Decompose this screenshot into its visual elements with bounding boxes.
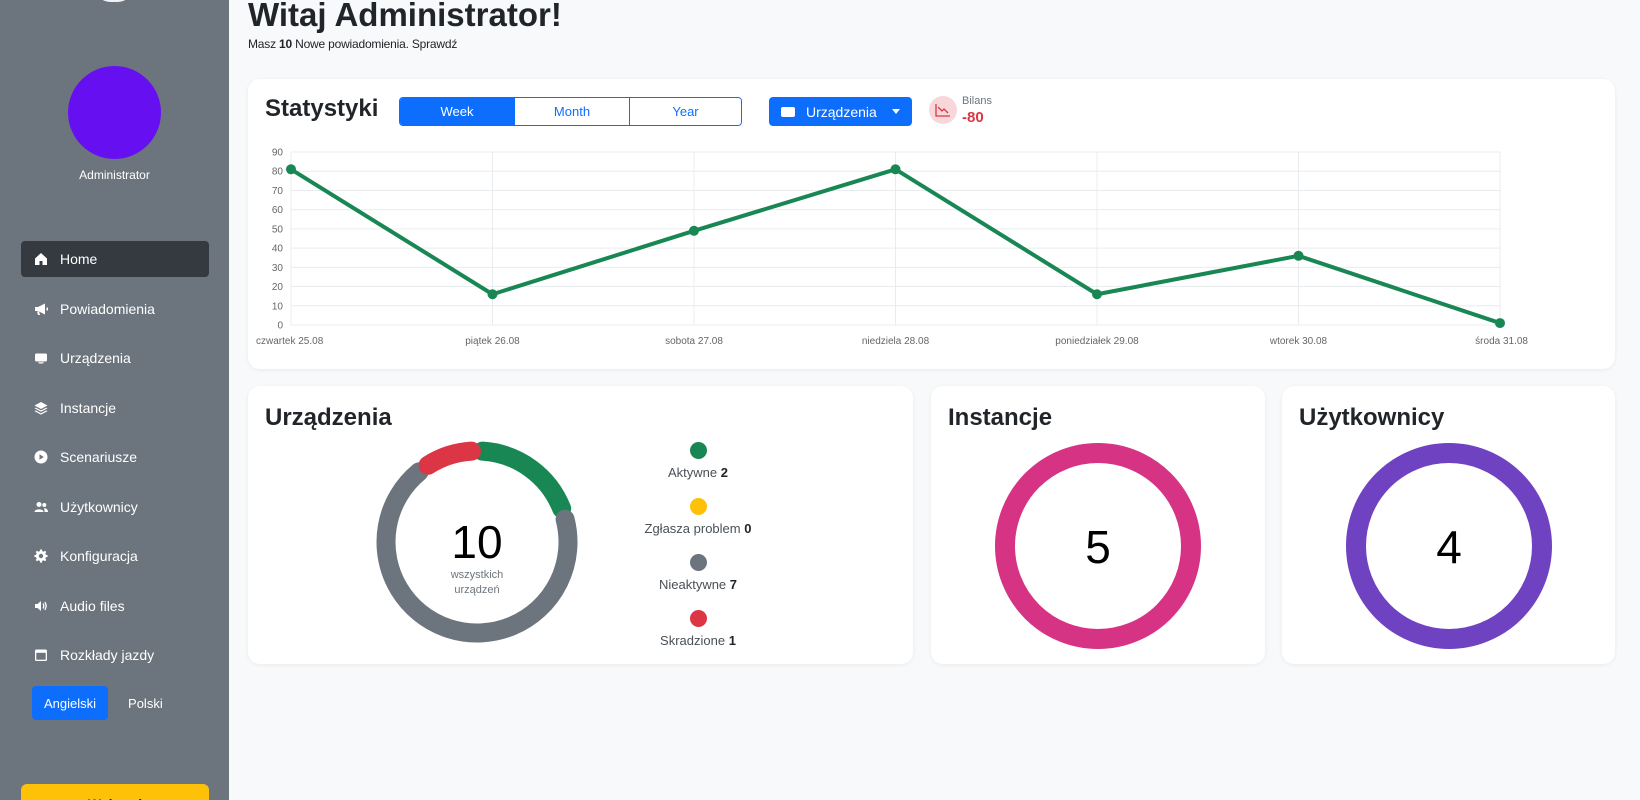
megaphone-icon: [34, 302, 48, 316]
y-tick-label: 90: [272, 148, 284, 159]
data-point[interactable]: [487, 289, 498, 300]
legend-label: Aktywne: [668, 465, 718, 480]
donut-slice-0[interactable]: [473, 441, 572, 519]
legend-label: Zgłasza problem: [644, 521, 741, 536]
sidebar-item-label: Urządzenia: [60, 350, 131, 366]
data-point[interactable]: [689, 225, 699, 236]
logo-mark: [96, 0, 132, 2]
data-point[interactable]: [286, 164, 296, 175]
y-tick-label: 0: [277, 321, 283, 332]
legend-dot: [689, 554, 707, 571]
sidebar-item-audio-files[interactable]: Audio files: [21, 588, 209, 624]
y-tick-label: 70: [272, 186, 284, 197]
language-switch: Angielski Polski: [32, 686, 175, 720]
logout-button[interactable]: Wyloguj: [21, 784, 209, 800]
donut-slice-3[interactable]: [418, 441, 481, 475]
legend-item: Skradzione 1: [618, 610, 778, 666]
devices-total-label-1: wszystkich: [450, 569, 504, 581]
instances-card: Instancje 5: [931, 386, 1265, 664]
y-tick-label: 10: [272, 301, 284, 312]
gear-icon: [34, 549, 48, 563]
page-title: Witaj Administrator!: [248, 0, 562, 33]
stats-card: Statystyki Week Month Year Urządzenia Bila…: [248, 79, 1615, 369]
users-icon: [34, 500, 48, 514]
x-tick-label: poniedziałek 29.08: [1055, 336, 1139, 347]
sidebar-item-label: Konfiguracja: [60, 548, 138, 564]
x-tick-label: środa 31.08: [1475, 336, 1528, 347]
data-point[interactable]: [890, 164, 901, 175]
play-circle-icon: [34, 450, 48, 464]
legend-dot: [689, 498, 707, 515]
sidebar-item-label: Audio files: [60, 597, 125, 614]
sidebar-item-label: Rozkłady jazdy: [60, 647, 155, 663]
y-tick-label: 20: [272, 282, 284, 293]
sidebar-item-konfiguracja[interactable]: Konfiguracja: [21, 538, 209, 574]
users-count: 4: [1436, 521, 1462, 573]
legend-dot: [689, 442, 707, 459]
username: Administrator: [79, 168, 150, 182]
sidebar: Administrator Home Powiadomienia Urządzeni…: [0, 0, 229, 800]
x-tick-label: niedziela 28.08: [862, 336, 930, 347]
y-tick-label: 80: [272, 167, 284, 178]
instances-count: 5: [1085, 521, 1111, 573]
legend-value: 7: [729, 577, 738, 592]
sidebar-item-rozkłady-jazdy[interactable]: Rozkłady jazdy: [21, 637, 209, 673]
y-tick-label: 30: [272, 263, 284, 274]
layers-icon: [34, 401, 48, 415]
devices-total: 10: [451, 516, 502, 568]
legend-item: Zgłasza problem 0: [618, 498, 778, 554]
sidebar-item-home[interactable]: Home: [21, 241, 209, 277]
sidebar-item-urządzenia[interactable]: Urządzenia: [21, 340, 209, 376]
notifications-count: 10: [279, 37, 292, 51]
legend-item: Nieaktywne 7: [618, 554, 778, 610]
sidebar-item-użytkownicy[interactable]: Użytkownicy: [21, 489, 209, 525]
y-tick-label: 60: [272, 205, 284, 216]
sidebar-item-label: Powiadomienia: [60, 300, 155, 317]
sidebar-item-instancje[interactable]: Instancje: [21, 390, 209, 426]
notifications-link[interactable]: Nowe powiadomienia. Sprawdź: [295, 37, 457, 51]
users-ring: 4: [1346, 443, 1552, 649]
home-icon: [34, 252, 48, 266]
legend-dot: [689, 610, 707, 627]
legend-label: Skradzione: [660, 633, 726, 648]
sidebar-item-scenariusze[interactable]: Scenariusze: [21, 439, 209, 475]
data-point[interactable]: [1495, 318, 1505, 329]
x-tick-label: piątek 26.08: [465, 336, 520, 347]
avatar[interactable]: [68, 66, 161, 159]
sidebar-item-powiadomienia[interactable]: Powiadomienia: [21, 291, 209, 327]
legend-value: 2: [720, 465, 728, 480]
x-tick-label: sobota 27.08: [665, 336, 723, 347]
users-card: Użytkownicy 4: [1282, 386, 1615, 664]
sidebar-item-label: Instancje: [60, 399, 117, 416]
y-tick-label: 40: [272, 244, 284, 255]
legend-value: 0: [744, 521, 752, 536]
language-button-0[interactable]: Angielski: [32, 686, 109, 720]
x-tick-label: czwartek 25.08: [256, 336, 324, 347]
devices-card: Urządzenia 10 wszystkich urządzeń Aktywne …: [248, 386, 913, 664]
language-button-1[interactable]: Polski: [116, 686, 175, 720]
chart-grid: [290, 151, 1501, 326]
devices-total-label-2: urządzeń: [454, 584, 499, 596]
notifications-prefix: Masz: [248, 37, 276, 51]
legend-item: Aktywne 2: [618, 442, 778, 498]
x-tick-label: wtorek 30.08: [1269, 336, 1328, 347]
speaker-icon: [34, 599, 48, 613]
sidebar-item-label: Użytkownicy: [60, 498, 138, 515]
calendar-icon: [34, 648, 48, 662]
legend-label: Nieaktywne: [658, 577, 727, 592]
notifications-summary: Masz 10 Nowe powiadomienia. Sprawdź: [248, 37, 457, 51]
sidebar-item-label: Scenariusze: [60, 449, 138, 465]
sidebar-item-label: Home: [60, 251, 98, 267]
monitor-icon: [34, 351, 48, 365]
line-chart: 0 10 20 30 40 50 60 70 80 90 czwartek 25.08 piątek …: [256, 148, 1528, 348]
legend-value: 1: [728, 633, 736, 648]
devices-donut-chart: 10wszystkich urządzeń: [376, 441, 578, 643]
data-point[interactable]: [1293, 250, 1304, 261]
instances-ring: 5: [995, 443, 1201, 649]
sidebar-nav: Home Powiadomienia Urządzenia Instancje Scen…: [21, 241, 209, 687]
devices-legend: Aktywne 2 Zgłasza problem 0 Nieaktywne 7 Sk…: [618, 442, 778, 666]
y-tick-label: 50: [272, 224, 284, 235]
data-point[interactable]: [1092, 289, 1102, 300]
